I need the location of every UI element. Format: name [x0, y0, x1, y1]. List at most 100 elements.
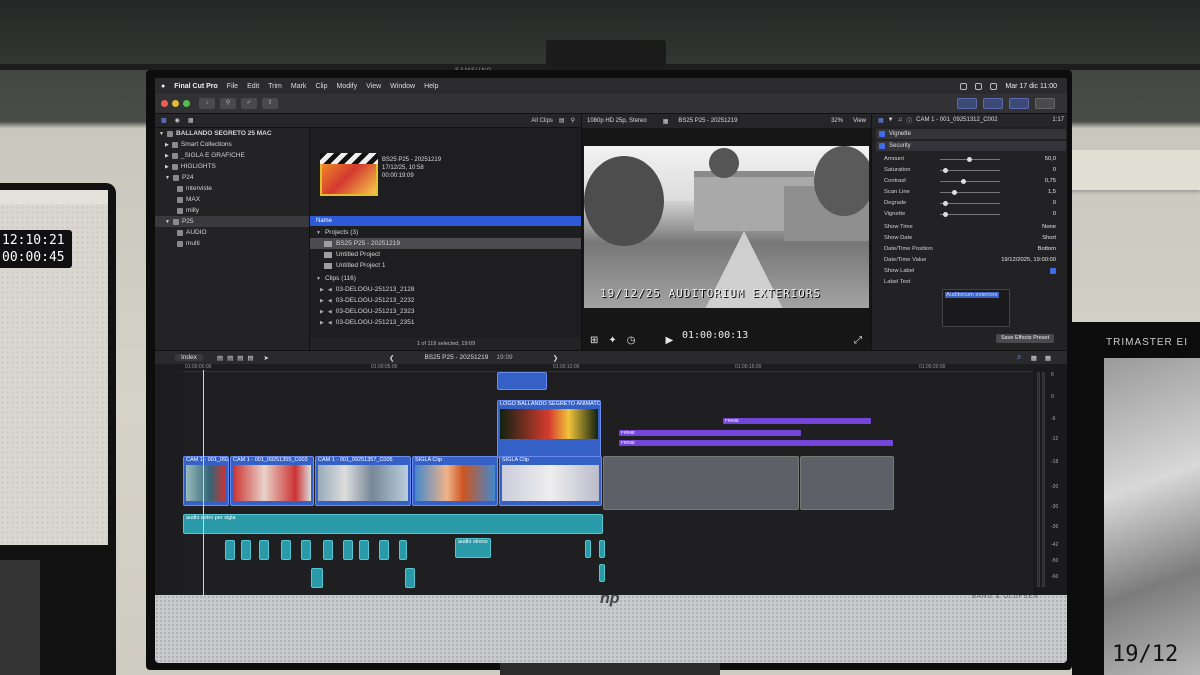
menu-modify[interactable]: Modify	[337, 83, 358, 90]
param-show-date[interactable]: Show Date Short	[884, 233, 1064, 243]
slider[interactable]	[940, 156, 1000, 162]
view-menu[interactable]: View	[853, 118, 866, 124]
zoom-window-icon[interactable]	[183, 100, 190, 107]
video-clip[interactable]: CAM 1 - 001_09251357_C005	[315, 456, 411, 506]
list-item[interactable]: ▶ ◀ 03-DELOGU-251213_2232	[310, 295, 582, 306]
close-window-icon[interactable]	[161, 100, 168, 107]
info-inspector-icon[interactable]: ⓘ	[906, 116, 912, 125]
title-clip[interactable]: FIRME	[619, 430, 801, 436]
back-icon[interactable]: ❮	[389, 354, 394, 362]
disclosure-icon[interactable]: ▼	[316, 276, 321, 282]
list-item[interactable]: ▶ ◀ 03-DELOGU-251213_2323	[310, 306, 582, 317]
disclosure-icon[interactable]: ▶	[320, 298, 324, 304]
audio-clip[interactable]	[585, 540, 591, 558]
effect-security[interactable]: Security	[876, 141, 1066, 151]
slider[interactable]	[940, 178, 1000, 184]
sidebar-item[interactable]: ▶ Smart Collections	[155, 139, 309, 150]
menu-view[interactable]: View	[366, 83, 381, 90]
list-item[interactable]: ▶ ◀ 03-DELOGU-251213_2128	[310, 284, 582, 295]
library-title[interactable]: ▼ BALLANDO SEGRETO 25 MAC	[155, 128, 309, 139]
param-saturation[interactable]: Saturation 0	[884, 165, 1064, 175]
libraries-icon[interactable]: ▩	[161, 117, 167, 124]
color-inspector-icon[interactable]: ▼	[888, 117, 894, 123]
transform-icon[interactable]: ⊞	[590, 335, 598, 346]
timeline-project-name[interactable]: BS25 P25 - 20251219	[424, 354, 488, 361]
video-clip[interactable]: CAM 1 - 001_09251355_C003	[230, 456, 314, 506]
disclosure-icon[interactable]: ▼	[316, 230, 321, 236]
insert-clip-icon[interactable]: ▤	[227, 354, 233, 362]
menu-mark[interactable]: Mark	[291, 83, 307, 90]
slider-knob[interactable]	[967, 156, 972, 162]
show-browser-button[interactable]	[957, 98, 977, 109]
slider[interactable]	[940, 167, 1000, 173]
video-clip[interactable]: SIGLA Clip	[499, 456, 602, 506]
column-header-name[interactable]: Name	[310, 216, 582, 226]
slider[interactable]	[940, 200, 1000, 206]
menu-file[interactable]: File	[227, 83, 238, 90]
select-value[interactable]: Bottom	[1038, 246, 1056, 252]
connect-clip-icon[interactable]: ▤	[217, 354, 223, 362]
audio-clip[interactable]	[599, 564, 605, 582]
disclosure-icon[interactable]: ▶	[320, 287, 324, 293]
video-clip[interactable]: SIGLA Clip	[412, 456, 498, 506]
sidebar-item[interactable]: ▼ P24	[155, 172, 309, 183]
enhance-icon[interactable]: ✦	[608, 335, 616, 346]
connected-clip[interactable]	[497, 372, 547, 390]
label-text-field[interactable]: Auditorium exteriors	[942, 289, 1010, 327]
disclosure-icon[interactable]: ▶	[320, 309, 324, 315]
append-clip-icon[interactable]: ▤	[237, 354, 243, 362]
slider[interactable]	[940, 211, 1000, 217]
audio-clip[interactable]: audio estro per sigla	[183, 514, 603, 534]
video-inspector-icon[interactable]: ▦	[878, 117, 884, 124]
audio-clip[interactable]	[359, 540, 369, 560]
list-item[interactable]: ▶ ◀ 03-DELOGU-251213_2351	[310, 317, 582, 328]
sidebar-item[interactable]: AUDIO	[155, 227, 309, 238]
timeline[interactable]: LOGO BALLANDO SEGRETO ANIMATO FIRME FIRM…	[183, 372, 1033, 595]
menubar-clock[interactable]: Mar 17 dic 11:00	[1005, 83, 1057, 90]
keyword-button[interactable]: ⚲	[220, 98, 236, 109]
param-show-label[interactable]: Show Label	[884, 266, 1064, 276]
slider-knob[interactable]	[952, 189, 957, 195]
audio-clip[interactable]	[225, 540, 235, 560]
select-tool-icon[interactable]: ➤	[264, 354, 269, 362]
show-timeline-button[interactable]	[983, 98, 1003, 109]
menu-help[interactable]: Help	[424, 83, 438, 90]
audio-clip[interactable]	[311, 568, 323, 588]
effects-browser-icon[interactable]: ▦	[1045, 354, 1051, 362]
sidebar-item[interactable]: multi	[155, 238, 309, 249]
play-icon[interactable]: ▶	[666, 335, 674, 346]
apple-icon[interactable]: ●	[161, 83, 165, 90]
slider-knob[interactable]	[943, 211, 948, 217]
checkbox-icon[interactable]	[879, 131, 885, 137]
param-scan-line[interactable]: Scan Line 1,5	[884, 187, 1064, 197]
audio-skimming-icon[interactable]: ♬	[1016, 354, 1023, 361]
audio-clip[interactable]	[405, 568, 415, 588]
logo-clip[interactable]: LOGO BALLANDO SEGRETO ANIMATO	[497, 400, 601, 458]
view-options-icon[interactable]: ▤	[559, 117, 565, 124]
menu-window[interactable]: Window	[390, 83, 415, 90]
title-clip[interactable]: FIRME	[619, 440, 893, 446]
audio-clip[interactable]	[241, 540, 251, 560]
title-clip[interactable]: FIRME	[723, 418, 871, 424]
disclosure-icon[interactable]: ▶	[320, 320, 324, 326]
sidebar-item[interactable]: ▶ _SIGLA E GRAFICHE	[155, 150, 309, 161]
gap-clip[interactable]	[603, 456, 799, 510]
photos-icon[interactable]: ◉	[175, 117, 180, 124]
slider[interactable]	[940, 189, 1000, 195]
search-icon[interactable]: ⚲	[571, 117, 575, 124]
select-value[interactable]: Short	[1042, 235, 1056, 241]
export-button[interactable]	[1035, 98, 1055, 109]
slider-knob[interactable]	[943, 167, 948, 173]
param-contrast[interactable]: Contrast 0,75	[884, 176, 1064, 186]
param-degrade[interactable]: Degrade 0	[884, 198, 1064, 208]
menu-clip[interactable]: Clip	[315, 83, 327, 90]
menu-edit[interactable]: Edit	[247, 83, 259, 90]
audio-clip[interactable]	[301, 540, 311, 560]
date-time-field[interactable]: 19/12/2025, 19:00:00	[1001, 257, 1056, 263]
audio-clip[interactable]: audio stress	[455, 538, 491, 558]
clip-appearance-icon[interactable]: ▦	[1031, 354, 1037, 362]
audio-clip[interactable]	[281, 540, 291, 560]
audio-clip[interactable]	[343, 540, 353, 560]
checkbox-icon[interactable]	[879, 143, 885, 149]
minimize-window-icon[interactable]	[172, 100, 179, 107]
